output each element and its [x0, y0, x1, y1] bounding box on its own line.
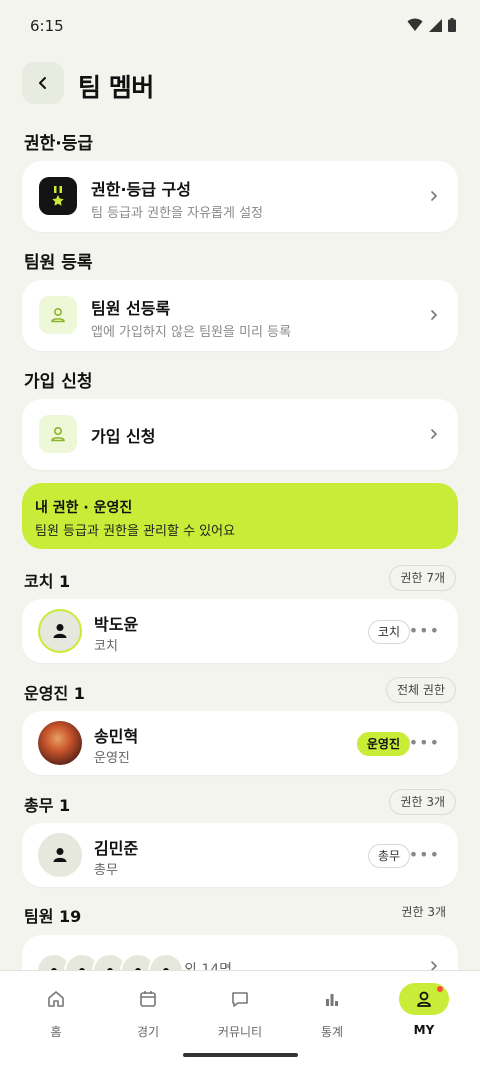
join-requests-title: 가입 신청	[91, 427, 156, 446]
role-tag[interactable]: 코치	[367, 620, 410, 644]
member-card[interactable]: 김민준 총무 총무 •••	[22, 823, 458, 887]
notification-dot	[437, 986, 443, 992]
avatar	[38, 609, 82, 653]
page-title: 팀 멤버	[78, 73, 154, 102]
status-time: 6:15	[30, 17, 64, 35]
role-tag[interactable]: 운영진	[356, 732, 410, 756]
back-button[interactable]	[22, 62, 64, 104]
member-role: 운영진	[94, 751, 130, 766]
header: 팀 멤버	[0, 60, 480, 108]
permission-badge[interactable]: 권한 3개	[389, 789, 456, 815]
banner-subtitle: 팀원 등급과 권한을 관리할 수 있어요	[35, 524, 236, 539]
permissions-config-title: 권한·등급 구성	[91, 180, 191, 199]
tab-stats[interactable]: 통계	[292, 983, 372, 1040]
calendar-icon	[126, 983, 170, 1015]
tab-label: 커뮤니티	[217, 1025, 263, 1039]
member-name: 송민혁	[94, 727, 139, 746]
group-header-coach: 코치 1 권한 7개	[24, 565, 456, 593]
more-options-icon[interactable]: •••	[409, 733, 440, 752]
wifi-icon	[407, 18, 423, 31]
my-permission-banner: 내 권한 · 운영진 팀원 등급과 권한을 관리할 수 있어요	[22, 483, 458, 549]
group-header-staff: 운영진 1 전체 권한	[24, 677, 456, 705]
group-header-members: 팀원 19 권한 3개	[24, 900, 456, 928]
group-title: 코치 1	[24, 572, 71, 591]
tab-label: MY	[413, 1023, 435, 1037]
tab-label: 통계	[320, 1025, 344, 1039]
member-role: 코치	[94, 639, 118, 654]
group-title: 운영진 1	[24, 684, 85, 703]
banner-title: 내 권한 · 운영진	[35, 500, 133, 516]
avatar	[38, 833, 82, 877]
permissions-config-card[interactable]: 권한·등급 구성 팀 등급과 권한을 자유롭게 설정	[22, 161, 458, 232]
chevron-right-icon	[431, 191, 438, 201]
status-icons	[407, 18, 456, 32]
person-icon	[39, 296, 77, 334]
permission-badge[interactable]: 전체 권한	[386, 677, 456, 703]
tab-community[interactable]: 커뮤니티	[200, 983, 280, 1040]
pre-register-subtitle: 앱에 가입하지 않은 팀원을 미리 등록	[91, 325, 292, 340]
avatar-photo	[38, 721, 82, 765]
bar-chart-icon	[310, 983, 354, 1015]
home-indicator[interactable]	[183, 1053, 298, 1057]
tab-label: 홈	[50, 1025, 62, 1039]
chevron-left-icon	[39, 77, 46, 89]
permissions-config-subtitle: 팀 등급과 권한을 자유롭게 설정	[91, 206, 264, 221]
person-icon	[399, 983, 449, 1015]
tab-label: 경기	[136, 1025, 160, 1039]
status-bar: 6:15	[0, 0, 480, 52]
group-title: 총무 1	[24, 796, 71, 815]
person-icon	[53, 848, 67, 862]
section-title-permissions: 권한·등급	[24, 134, 94, 154]
battery-icon	[448, 18, 456, 32]
join-requests-card[interactable]: 가입 신청	[22, 399, 458, 470]
group-title: 팀원 19	[24, 907, 82, 926]
chevron-right-icon	[431, 429, 438, 439]
tab-home[interactable]: 홈	[16, 983, 96, 1040]
member-name: 김민준	[94, 839, 139, 858]
permission-badge[interactable]: 권한 7개	[389, 565, 456, 591]
person-icon	[53, 624, 67, 638]
person-icon	[39, 415, 77, 453]
medal-icon	[39, 177, 77, 215]
signal-icon	[429, 18, 442, 32]
section-title-join: 가입 신청	[24, 372, 93, 392]
more-options-icon[interactable]: •••	[409, 621, 440, 640]
pre-register-title: 팀원 선등록	[91, 299, 171, 318]
chevron-right-icon	[431, 310, 438, 320]
member-card[interactable]: 송민혁 운영진 운영진 •••	[22, 711, 458, 775]
group-header-treasurer: 총무 1 권한 3개	[24, 789, 456, 817]
member-name: 박도윤	[94, 615, 139, 634]
section-title-registration: 팀원 등록	[24, 253, 93, 273]
pre-register-card[interactable]: 팀원 선등록 앱에 가입하지 않은 팀원을 미리 등록	[22, 280, 458, 351]
member-card[interactable]: 박도윤 코치 코치 •••	[22, 599, 458, 663]
chat-icon	[218, 983, 262, 1015]
permission-badge[interactable]: 권한 3개	[391, 900, 456, 926]
home-icon	[34, 983, 78, 1015]
member-role: 총무	[94, 863, 118, 878]
tab-games[interactable]: 경기	[108, 983, 188, 1040]
more-options-icon[interactable]: •••	[409, 845, 440, 864]
tab-my[interactable]: MY	[384, 983, 464, 1037]
role-tag[interactable]: 총무	[367, 844, 410, 868]
